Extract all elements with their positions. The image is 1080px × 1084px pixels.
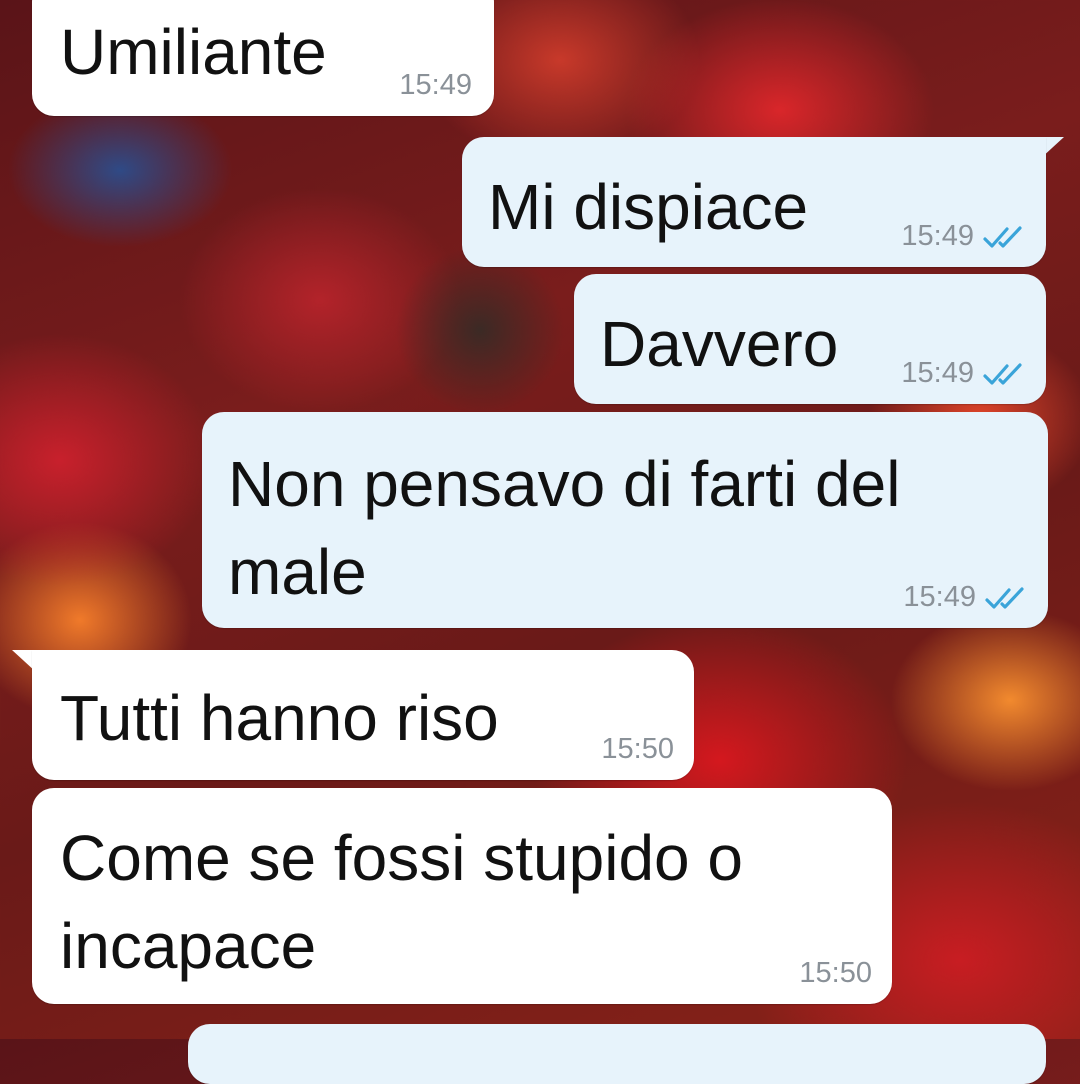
chat-area[interactable]: Umiliante 15:49 Mi dispiace 15:49 Davver…	[0, 0, 1080, 1084]
message-text: Davvero	[600, 308, 839, 380]
double-check-icon	[983, 362, 1022, 385]
message-time: 15:49	[399, 69, 472, 101]
message-text: Umiliante	[60, 16, 327, 88]
outgoing-message[interactable]: Non pensavo di farti del male 15:49	[202, 412, 1048, 628]
incoming-message[interactable]: Umiliante 15:49	[32, 0, 494, 116]
outgoing-message[interactable]: Davvero 15:49	[574, 274, 1046, 404]
message-time: 15:49	[903, 581, 976, 613]
message-time: 15:49	[901, 220, 974, 252]
double-check-icon	[983, 225, 1022, 248]
message-text: Tutti hanno riso	[60, 682, 499, 754]
outgoing-message-partial[interactable]	[188, 1024, 1046, 1084]
message-text: Non pensavo di farti del male	[228, 448, 901, 608]
message-time: 15:49	[901, 357, 974, 389]
message-text: Mi dispiace	[488, 171, 809, 243]
message-time: 15:50	[799, 957, 872, 989]
message-time: 15:50	[601, 733, 674, 765]
incoming-message[interactable]: Tutti hanno riso 15:50	[32, 650, 694, 780]
message-text: Come se fossi stupido o incapace	[60, 822, 743, 982]
incoming-message[interactable]: Come se fossi stupido o incapace 15:50	[32, 788, 892, 1004]
double-check-icon	[985, 586, 1024, 609]
outgoing-message[interactable]: Mi dispiace 15:49	[462, 137, 1046, 267]
